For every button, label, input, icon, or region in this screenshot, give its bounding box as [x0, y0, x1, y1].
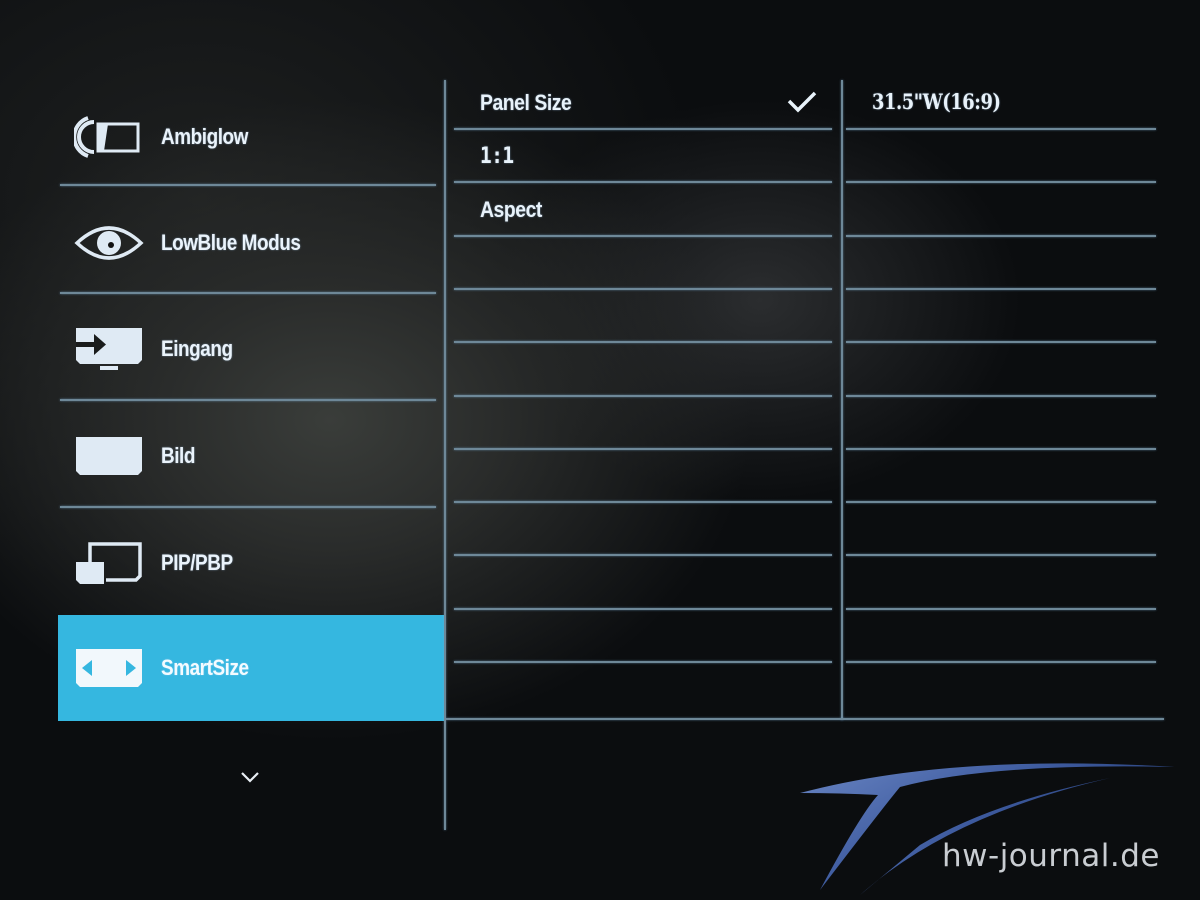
pip-pbp-icon [76, 542, 142, 584]
menu-divider [60, 184, 436, 186]
column-divider [841, 80, 843, 720]
menu-item-ambiglow[interactable]: Ambiglow [58, 84, 446, 190]
row-divider [846, 287, 1156, 290]
smartsize-arrows-icon [76, 649, 142, 687]
menu-item-lowblue[interactable]: LowBlue Modus [58, 190, 446, 296]
row-divider [846, 128, 1156, 130]
menu-item-label: LowBlue Modus [161, 230, 301, 255]
ambiglow-icon [74, 116, 140, 158]
submenu-option-label: 1:1 [480, 144, 514, 169]
current-value-label: 31.5"W(16:9) [872, 89, 1001, 114]
menu-item-label: SmartSize [161, 655, 249, 680]
menu-item-label: Ambiglow [161, 124, 248, 149]
menu-item-label: PIP/PBP [161, 550, 233, 575]
menu-item-pip-pbp[interactable]: PIP/PBP [58, 510, 446, 616]
input-monitor-icon [76, 328, 142, 370]
row-divider [454, 394, 832, 397]
row-divider [454, 341, 832, 344]
row-divider [454, 554, 832, 557]
row-divider [846, 661, 1156, 663]
menu-item-label: Eingang [161, 336, 233, 361]
row-divider [454, 447, 832, 450]
row-divider [454, 287, 832, 290]
menu-divider [60, 506, 436, 508]
menu-item-label: Bild [161, 443, 196, 468]
row-divider [846, 554, 1156, 557]
menu-item-eingang[interactable]: Eingang [58, 296, 446, 402]
menu-divider [60, 292, 436, 294]
row-divider [454, 661, 832, 663]
chevron-down-icon[interactable] [240, 770, 260, 784]
row-divider [846, 394, 1156, 397]
menu-item-bild[interactable]: Bild [58, 403, 446, 509]
submenu-option-label: Panel Size [480, 90, 572, 115]
picture-icon [76, 437, 142, 475]
row-divider [846, 501, 1156, 504]
row-divider [846, 341, 1156, 344]
eye-icon [74, 226, 144, 260]
menu-divider [60, 399, 436, 401]
row-divider [454, 181, 832, 184]
monitor-osd: Ambiglow LowBlue Modus Eingang Bild PIP/… [0, 0, 1200, 900]
row-divider [846, 181, 1156, 184]
row-divider [454, 607, 832, 610]
row-divider [846, 607, 1156, 610]
row-divider [454, 501, 832, 504]
menu-item-smartsize[interactable]: SmartSize [58, 615, 446, 721]
checkmark-icon [787, 91, 817, 113]
row-divider [846, 447, 1156, 450]
row-divider [846, 234, 1156, 237]
submenu-option-label: Aspect [480, 197, 542, 222]
row-divider [454, 128, 832, 130]
panel-bottom-divider [446, 718, 1164, 720]
row-divider [454, 234, 832, 237]
watermark-text: hw-journal.de [942, 838, 1160, 874]
